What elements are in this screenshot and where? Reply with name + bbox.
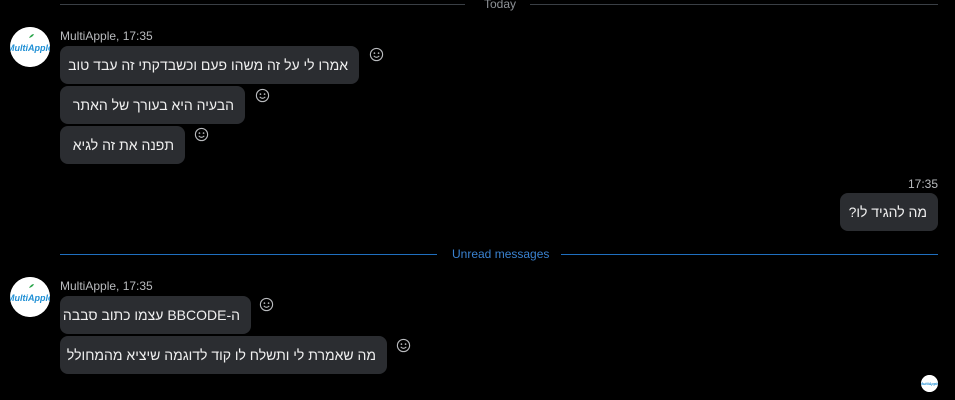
multiapple-logo: MultiApple [10, 27, 50, 67]
svg-text:MultiApple: MultiApple [921, 382, 938, 386]
avatar[interactable]: MultiApple [10, 27, 50, 67]
smiley-icon[interactable] [369, 47, 384, 62]
message-bubble[interactable]: תפנה את זה לגיא [60, 126, 185, 164]
message-bubble[interactable]: אמרו לי על זה משהו פעם וכשבדקתי זה עבד ט… [60, 46, 359, 84]
message-header: MultiApple, 17:35 [60, 29, 153, 43]
message-bubble[interactable]: ה-BBCODE עצמו כתוב סבבה [60, 296, 251, 334]
smiley-icon[interactable] [259, 297, 274, 312]
message-time: 17:35 [907, 177, 938, 191]
message-bubble[interactable]: הבעיה היא בעורך של האתר [60, 86, 245, 124]
message-header: MultiApple, 17:35 [60, 279, 153, 293]
message-bubble[interactable]: מה להגיד לו? [840, 193, 938, 231]
svg-text:MultiApple: MultiApple [10, 43, 50, 53]
date-divider-label: Today [484, 0, 517, 11]
divider-line [530, 4, 938, 5]
date-divider: Today [60, 0, 938, 11]
avatar[interactable]: MultiApple [10, 277, 50, 317]
unread-divider-label: Unread messages [452, 247, 550, 261]
multiapple-logo: MultiApple [921, 375, 938, 392]
svg-text:MultiApple: MultiApple [10, 293, 50, 303]
read-receipt-avatar: MultiApple [921, 375, 938, 392]
divider-line [60, 254, 437, 255]
smiley-icon[interactable] [396, 338, 411, 353]
divider-line [561, 254, 938, 255]
unread-divider: Unread messages [60, 247, 938, 261]
smiley-icon[interactable] [255, 88, 270, 103]
message-bubble[interactable]: מה שאמרת לי ותשלח לו קוד לדוגמה שיציא מה… [60, 336, 387, 374]
multiapple-logo: MultiApple [10, 277, 50, 317]
divider-line [60, 4, 465, 5]
smiley-icon[interactable] [194, 127, 209, 142]
